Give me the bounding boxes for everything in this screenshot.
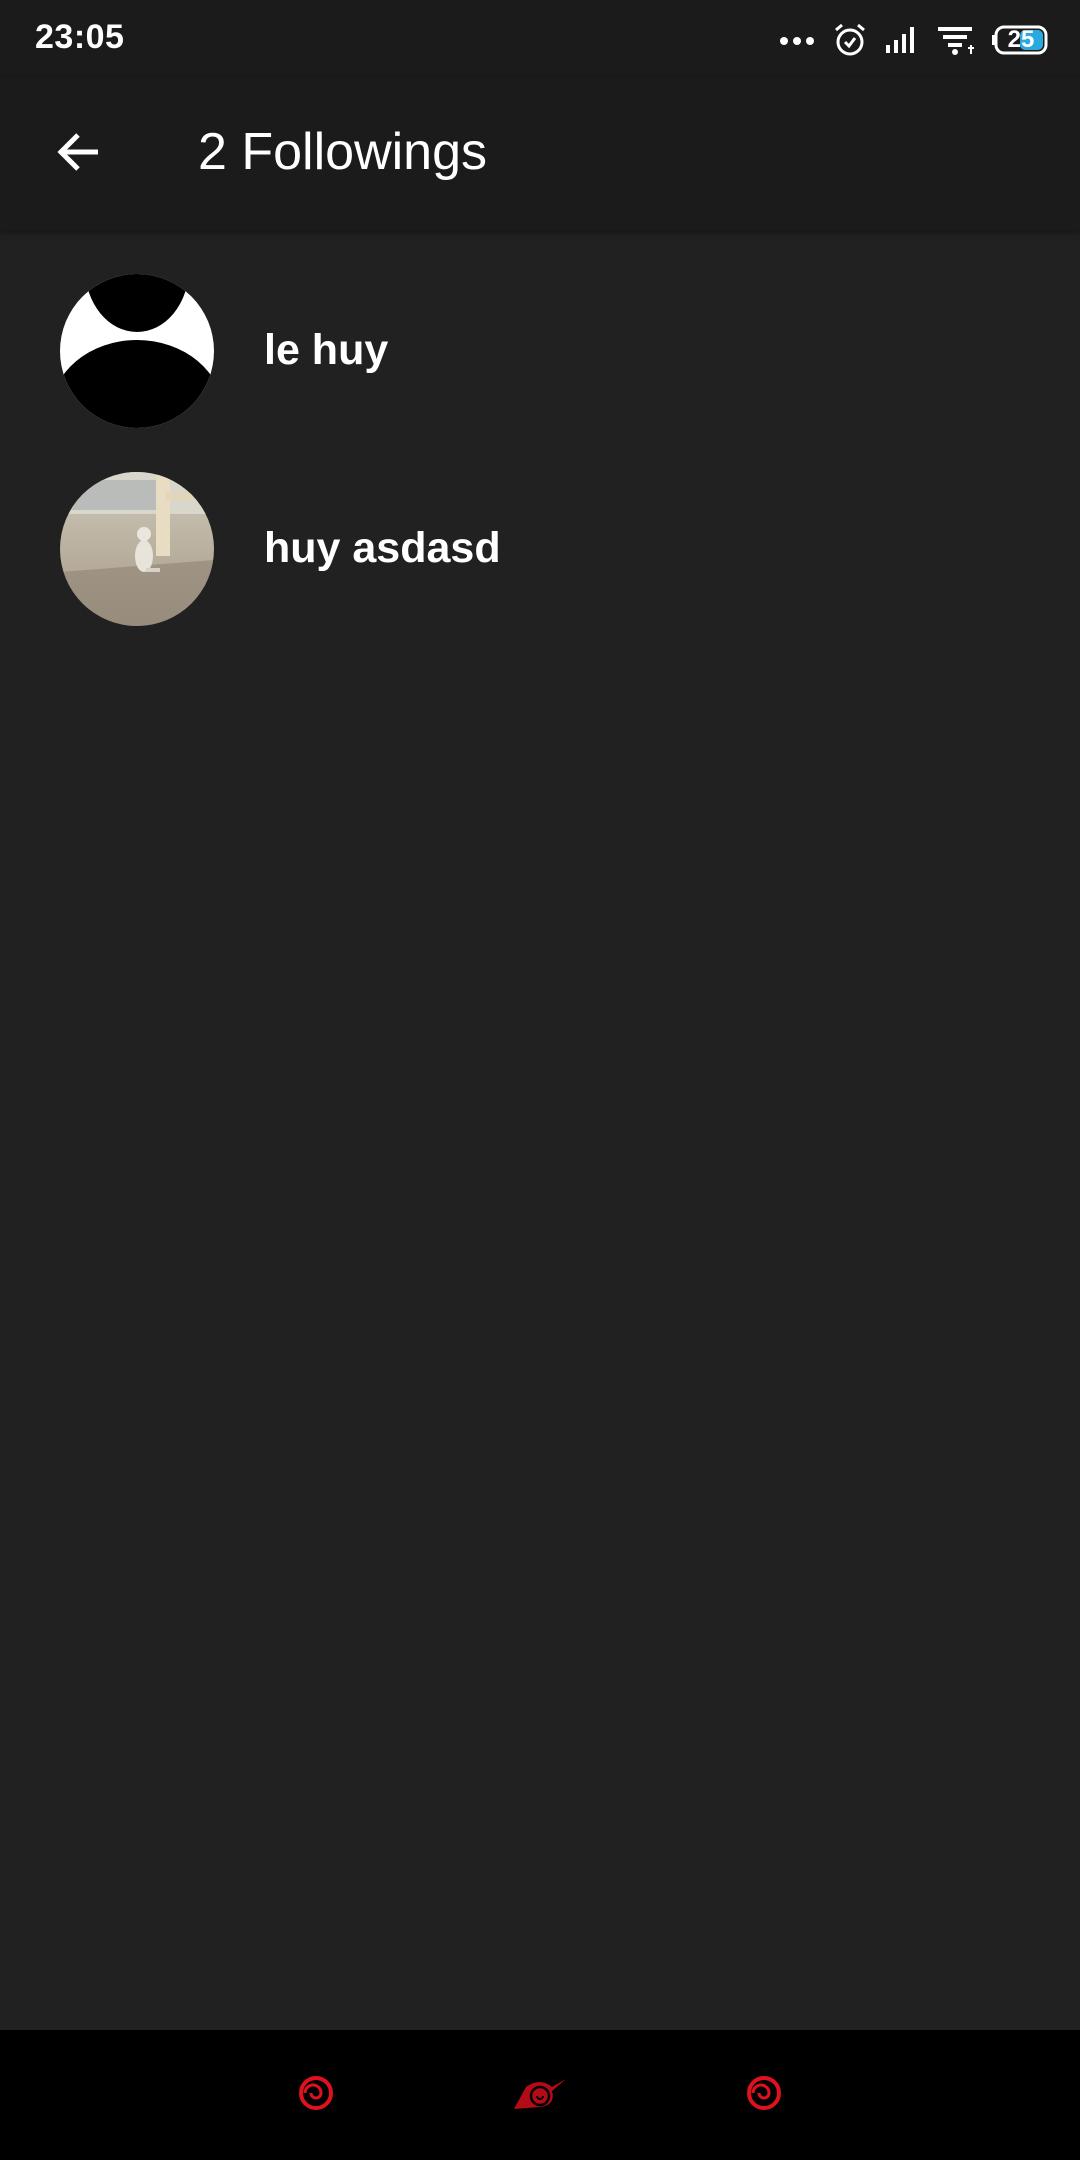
status-icons: 25 xyxy=(778,18,1050,62)
arrow-back-icon xyxy=(54,128,102,181)
battery-icon: 25 xyxy=(992,25,1050,55)
back-spiral-icon xyxy=(298,2075,334,2116)
following-screen: 23:05 25 2 Followings le huy huy asdasd xyxy=(0,0,1080,2160)
recent-spiral-icon xyxy=(746,2075,782,2116)
nav-back-button[interactable] xyxy=(286,2065,346,2125)
bottom-navigation xyxy=(0,2030,1080,2160)
followings-list: le huy huy asdasd xyxy=(0,230,1080,626)
home-leaf-symbol-icon xyxy=(512,2075,568,2116)
list-item[interactable]: huy asdasd xyxy=(0,428,1080,626)
user-name: le huy xyxy=(264,326,389,374)
alarm-icon xyxy=(832,22,868,58)
status-time: 23:05 xyxy=(35,18,125,56)
user-name: huy asdasd xyxy=(264,524,501,572)
list-item[interactable]: le huy xyxy=(0,230,1080,428)
avatar[interactable] xyxy=(60,472,214,626)
battery-level: 25 xyxy=(1007,26,1035,53)
status-bar: 23:05 25 xyxy=(0,0,1080,78)
wifi-icon xyxy=(936,24,976,56)
page-title: 2 Followings xyxy=(198,123,488,181)
nav-home-button[interactable] xyxy=(510,2065,570,2125)
app-bar: 2 Followings xyxy=(0,78,1080,230)
nav-recent-button[interactable] xyxy=(734,2065,794,2125)
avatar[interactable] xyxy=(60,274,214,428)
signal-icon xyxy=(884,25,920,55)
back-button[interactable] xyxy=(30,118,126,190)
more-dots-icon xyxy=(778,34,816,46)
